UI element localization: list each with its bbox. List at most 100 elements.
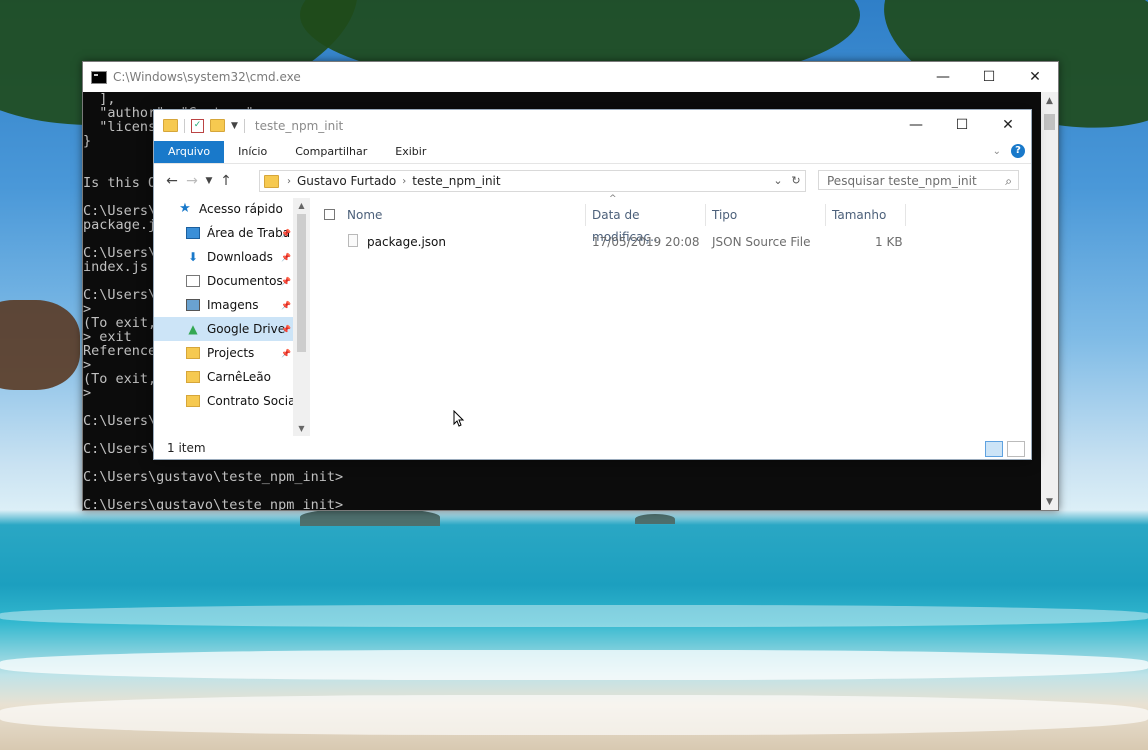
- folder-icon: [163, 119, 178, 132]
- minimize-button[interactable]: —: [920, 62, 966, 92]
- sidebar-item-google-drive[interactable]: ▲ Google Drive 📌: [154, 317, 309, 341]
- search-input[interactable]: Pesquisar teste_npm_init ⌕: [818, 170, 1019, 190]
- separator: [243, 118, 245, 133]
- recent-locations-icon[interactable]: ▼: [202, 176, 216, 186]
- download-icon: ⬇: [187, 250, 199, 264]
- folder-icon: [264, 174, 279, 188]
- help-icon[interactable]: ?: [1011, 144, 1025, 158]
- large-icons-view-button[interactable]: [1007, 441, 1025, 457]
- column-data-modificacao[interactable]: Data de modificaç...: [586, 204, 706, 244]
- back-arrow-icon[interactable]: ←: [162, 173, 182, 189]
- select-all-checkbox[interactable]: [324, 209, 335, 220]
- column-tamanho[interactable]: Tamanho: [826, 204, 906, 226]
- explorer-titlebar[interactable]: ✓ ▼ teste_npm_init — ☐ ✕: [154, 110, 1031, 141]
- file-name[interactable]: package.json: [367, 235, 446, 249]
- sidebar-item-projects[interactable]: Projects 📌: [154, 341, 309, 365]
- sidebar-item-label: Imagens: [207, 298, 259, 312]
- file-row[interactable]: package.json 17/05/2019 20:08 JSON Sourc…: [317, 232, 1031, 252]
- maximize-button[interactable]: ☐: [939, 110, 985, 140]
- sidebar-item-contrato-social[interactable]: Contrato Social: [154, 389, 309, 413]
- tab-arquivo[interactable]: Arquivo: [154, 141, 225, 163]
- google-drive-icon: ▲: [188, 322, 198, 336]
- scroll-down-icon[interactable]: ▼: [293, 424, 310, 433]
- tab-compartilhar[interactable]: Compartilhar: [281, 141, 381, 163]
- scroll-up-icon[interactable]: ▲: [293, 201, 310, 210]
- scroll-up-icon[interactable]: ▲: [1041, 92, 1058, 109]
- file-modified: 17/05/2019 20:08: [592, 235, 700, 249]
- tab-inicio[interactable]: Início: [224, 141, 281, 163]
- sidebar-item-label: Projects: [207, 346, 255, 360]
- close-button[interactable]: ✕: [1012, 62, 1058, 92]
- properties-icon[interactable]: ✓: [191, 118, 204, 133]
- chevron-right-icon[interactable]: ›: [287, 176, 291, 187]
- island: [635, 514, 675, 524]
- cmd-scrollbar[interactable]: ▲ ▼: [1041, 92, 1058, 510]
- sidebar-item-acesso-r-pido[interactable]: ★ Acesso rápido: [154, 197, 309, 221]
- sidebar-item-label: Downloads: [207, 250, 273, 264]
- ribbon-tabs: Arquivo Início Compartilhar Exibir ⌄ ?: [154, 141, 1031, 164]
- sidebar-item-carn-le-o[interactable]: CarnêLeão: [154, 365, 309, 389]
- status-item-count: 1 item: [167, 441, 206, 455]
- folder-icon: [186, 347, 200, 359]
- file-type: JSON Source File: [712, 235, 811, 249]
- sidebar-item-documentos[interactable]: Documentos 📌: [154, 269, 309, 293]
- up-arrow-icon[interactable]: ↑: [216, 173, 236, 189]
- tab-exibir[interactable]: Exibir: [381, 141, 440, 163]
- window-title: teste_npm_init: [254, 118, 344, 133]
- file-size: 1 KB: [875, 235, 903, 249]
- contact-folder-icon: [186, 395, 200, 407]
- pin-icon[interactable]: 📌: [281, 253, 291, 262]
- pin-icon[interactable]: 📌: [281, 325, 291, 334]
- navigation-pane[interactable]: ★ Acesso rápido Área de Traba 📌 ⬇ Downloads 📌 D…: [154, 197, 309, 435]
- sidebar-item--rea-de-traba[interactable]: Área de Traba 📌: [154, 221, 309, 245]
- explorer-window[interactable]: ✓ ▼ teste_npm_init — ☐ ✕ Arquivo Início …: [153, 109, 1032, 460]
- sidebar-item-label: Contrato Social: [207, 394, 299, 408]
- minimize-button[interactable]: —: [893, 110, 939, 140]
- new-folder-icon[interactable]: [210, 119, 225, 132]
- sidebar-item-label: Acesso rápido: [199, 202, 283, 216]
- scroll-down-icon[interactable]: ▼: [1041, 493, 1058, 510]
- document-icon: [186, 275, 200, 287]
- palm-trunk: [0, 300, 80, 390]
- column-nome[interactable]: Nome: [341, 204, 586, 226]
- chevron-down-icon[interactable]: ⌄: [769, 171, 787, 191]
- sidebar-item-label: Área de Traba: [207, 226, 291, 240]
- console-icon: [91, 70, 107, 84]
- sidebar-item-downloads[interactable]: ⬇ Downloads 📌: [154, 245, 309, 269]
- sidebar-item-imagens[interactable]: Imagens 📌: [154, 293, 309, 317]
- wave: [0, 605, 1148, 627]
- search-icon[interactable]: ⌕: [1005, 171, 1012, 191]
- pin-icon[interactable]: 📌: [281, 301, 291, 310]
- separator: [184, 118, 185, 133]
- breadcrumb-teste-npm-init[interactable]: teste_npm_init: [412, 174, 500, 188]
- maximize-button[interactable]: ☐: [966, 62, 1012, 92]
- pin-icon[interactable]: 📌: [281, 229, 291, 238]
- breadcrumb-gustavo-furtado[interactable]: Gustavo Furtado: [297, 174, 396, 188]
- refresh-icon[interactable]: ↻: [787, 171, 805, 191]
- desktop-icon: [186, 227, 200, 239]
- search-placeholder: Pesquisar teste_npm_init: [827, 174, 977, 188]
- customize-toolbar-icon[interactable]: ▼: [231, 121, 238, 131]
- pin-icon[interactable]: 📌: [281, 349, 291, 358]
- forward-arrow-icon[interactable]: →: [182, 173, 202, 189]
- sidebar-item-label: Google Drive: [207, 322, 286, 336]
- scroll-thumb[interactable]: [1044, 114, 1055, 130]
- console-line: C:\Users\gustavo\teste_npm_init>: [83, 469, 344, 485]
- column-header: ^ Nome Data de modificaç... Tipo Tamanho: [317, 194, 1031, 244]
- pin-icon[interactable]: 📌: [281, 277, 291, 286]
- column-tipo[interactable]: Tipo: [706, 204, 826, 226]
- image-icon: [186, 299, 200, 311]
- nav-scrollbar[interactable]: ▲ ▼: [293, 198, 310, 436]
- address-bar[interactable]: › Gustavo Furtado › teste_npm_init ⌄ ↻: [259, 170, 806, 192]
- chevron-right-icon[interactable]: ›: [402, 176, 406, 187]
- details-view-button[interactable]: [985, 441, 1003, 457]
- wave: [0, 695, 1148, 735]
- wave: [0, 650, 1148, 680]
- cmd-titlebar[interactable]: C:\Windows\system32\cmd.exe — ☐ ✕: [83, 62, 1058, 92]
- file-list[interactable]: ^ Nome Data de modificaç... Tipo Tamanho…: [317, 194, 1031, 437]
- console-line: ],: [83, 92, 116, 107]
- scroll-thumb[interactable]: [297, 214, 306, 352]
- expand-ribbon-icon[interactable]: ⌄: [993, 146, 1001, 157]
- close-button[interactable]: ✕: [985, 110, 1031, 140]
